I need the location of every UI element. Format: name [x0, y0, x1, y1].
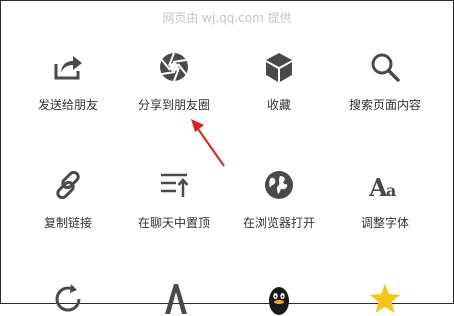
pin-to-top-icon [161, 173, 189, 197]
moments-shutter-icon [160, 52, 188, 82]
open-in-browser-button[interactable]: 在浏览器打开 [224, 168, 334, 231]
copy-link-label: 复制链接 [43, 216, 92, 230]
globe-icon [265, 171, 293, 199]
share-to-moments-label: 分享到朋友圈 [137, 98, 210, 112]
qq-penguin-icon [269, 287, 289, 315]
qq-share-button[interactable] [224, 282, 334, 316]
font-a-icon [165, 284, 187, 314]
provider-text: 网页由 wj.qq.com 提供 [162, 11, 292, 25]
open-in-browser-label: 在浏览器打开 [242, 216, 315, 230]
share-to-moments-button[interactable]: 分享到朋友圈 [119, 50, 229, 113]
adjust-font-button[interactable]: A a 调整字体 [330, 168, 440, 231]
star-icon [370, 284, 400, 313]
send-to-friend-label: 发送给朋友 [37, 98, 98, 112]
share-forward-icon [54, 56, 82, 80]
pin-to-top-label: 在聊天中置顶 [137, 216, 210, 230]
svg-text:a: a [386, 181, 396, 200]
font-size-icon: A a [368, 173, 396, 202]
favorite-label: 收藏 [266, 98, 291, 112]
annotation-arrow [191, 119, 225, 167]
copy-link-button[interactable]: 复制链接 [13, 168, 123, 231]
font-a-button[interactable] [119, 282, 229, 316]
search-page-label: 搜索页面内容 [348, 98, 421, 112]
search-page-button[interactable]: 搜索页面内容 [330, 50, 440, 113]
link-icon [56, 170, 80, 200]
refresh-button[interactable] [13, 282, 123, 316]
refresh-icon [55, 284, 81, 312]
search-icon [371, 53, 400, 82]
svg-text:A: A [368, 173, 388, 202]
favorite-cube-icon [266, 53, 292, 82]
favorite-button[interactable]: 收藏 [224, 50, 334, 113]
pin-to-top-button[interactable]: 在聊天中置顶 [119, 168, 229, 231]
send-to-friend-button[interactable]: 发送给朋友 [13, 50, 123, 113]
adjust-font-label: 调整字体 [360, 216, 409, 230]
star-button[interactable] [330, 282, 440, 316]
